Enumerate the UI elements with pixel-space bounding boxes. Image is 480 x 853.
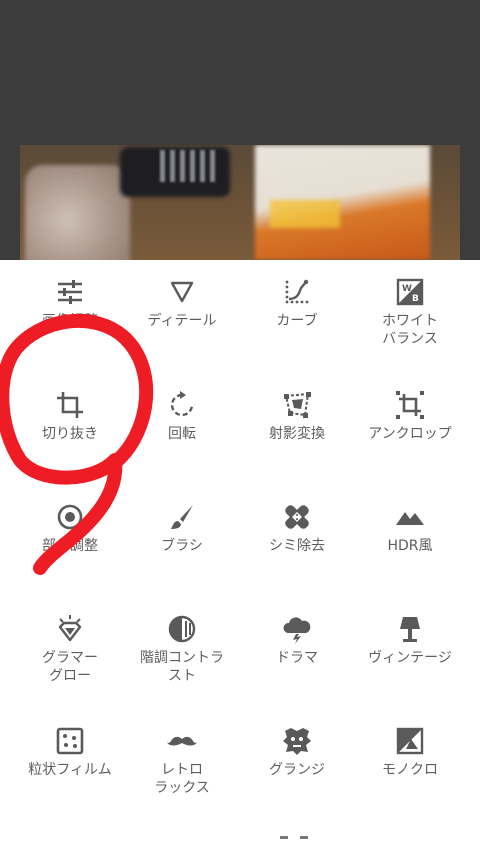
tool-label: グラマー グロー <box>42 650 98 684</box>
tool-label: ブラシ <box>161 538 203 554</box>
tool-glamour-glow[interactable]: グラマー グロー <box>10 613 130 685</box>
tool-perspective[interactable]: 射影変換 <box>237 389 357 443</box>
photo-preview <box>0 0 480 260</box>
curves-icon <box>281 276 313 308</box>
tool-hdr[interactable]: HDR風 <box>350 501 470 555</box>
black-and-white-icon <box>394 725 426 757</box>
tool-label: シミ除去 <box>269 538 325 554</box>
tool-details[interactable]: ディテール <box>122 276 242 330</box>
selective-icon <box>54 501 86 533</box>
tool-label: グランジ <box>269 762 325 778</box>
tool-label: アンクロップ <box>368 426 452 442</box>
photo-image <box>20 145 460 260</box>
tool-label: ディテール <box>147 313 217 329</box>
triangle-detail-icon <box>166 276 198 308</box>
tool-rotate[interactable]: 回転 <box>122 389 242 443</box>
tool-label: カーブ <box>276 313 318 329</box>
tool-label: レトロ ラックス <box>154 762 210 796</box>
tool-label: 射影変換 <box>269 426 325 442</box>
svg-text:B: B <box>412 294 419 304</box>
expand-icon <box>394 389 426 421</box>
tool-label: ホワイト バランス <box>382 313 438 347</box>
healing-icon <box>281 501 313 533</box>
tool-drama[interactable]: ドラマ <box>237 613 357 667</box>
tool-label: ドラマ <box>276 650 318 666</box>
rotate-icon <box>166 389 198 421</box>
vintage-lamp-icon <box>394 613 426 645</box>
hdr-mountains-icon <box>394 501 426 533</box>
tool-label: 階調コントラ スト <box>140 650 224 684</box>
tool-label: 回転 <box>168 426 196 442</box>
tool-white-balance[interactable]: WB ホワイト バランス <box>350 276 470 348</box>
tool-tonal-contrast[interactable]: 階調コントラ スト <box>122 613 242 685</box>
tonal-contrast-icon <box>166 613 198 645</box>
tune-sliders-icon <box>54 276 86 308</box>
white-balance-icon: WB <box>394 276 426 308</box>
tool-retrolux[interactable]: レトロ ラックス <box>122 725 242 797</box>
svg-text:W: W <box>402 284 412 294</box>
tool-curves[interactable]: カーブ <box>237 276 357 330</box>
drama-cloud-icon <box>281 613 313 645</box>
tool-label: 粒状フィルム <box>28 762 112 778</box>
perspective-icon <box>281 389 313 421</box>
crop-icon <box>54 389 86 421</box>
tool-crop[interactable]: 切り抜き <box>10 389 130 443</box>
grunge-icon <box>281 725 313 757</box>
brush-icon <box>166 501 198 533</box>
tool-label: 部分調整 <box>42 538 98 554</box>
tool-grunge[interactable]: グランジ <box>237 725 357 779</box>
panel-drag-handle[interactable] <box>280 836 314 840</box>
tool-label: ヴィンテージ <box>368 650 452 666</box>
tool-healing[interactable]: シミ除去 <box>237 501 357 555</box>
tool-label: HDR風 <box>387 538 433 554</box>
tool-grainy-film[interactable]: 粒状フィルム <box>10 725 130 779</box>
tool-selective[interactable]: 部分調整 <box>10 501 130 555</box>
tool-tune-image[interactable]: 画像調整 <box>10 276 130 330</box>
retrolux-mustache-icon <box>166 725 198 757</box>
glamour-glow-icon <box>54 613 86 645</box>
tool-expand[interactable]: アンクロップ <box>350 389 470 443</box>
tool-label: 画像調整 <box>42 313 98 329</box>
grainy-film-icon <box>54 725 86 757</box>
tool-label: 切り抜き <box>42 426 98 442</box>
tool-black-and-white[interactable]: モノクロ <box>350 725 470 779</box>
tool-label: モノクロ <box>382 762 438 778</box>
tool-vintage[interactable]: ヴィンテージ <box>350 613 470 667</box>
tool-brush[interactable]: ブラシ <box>122 501 242 555</box>
